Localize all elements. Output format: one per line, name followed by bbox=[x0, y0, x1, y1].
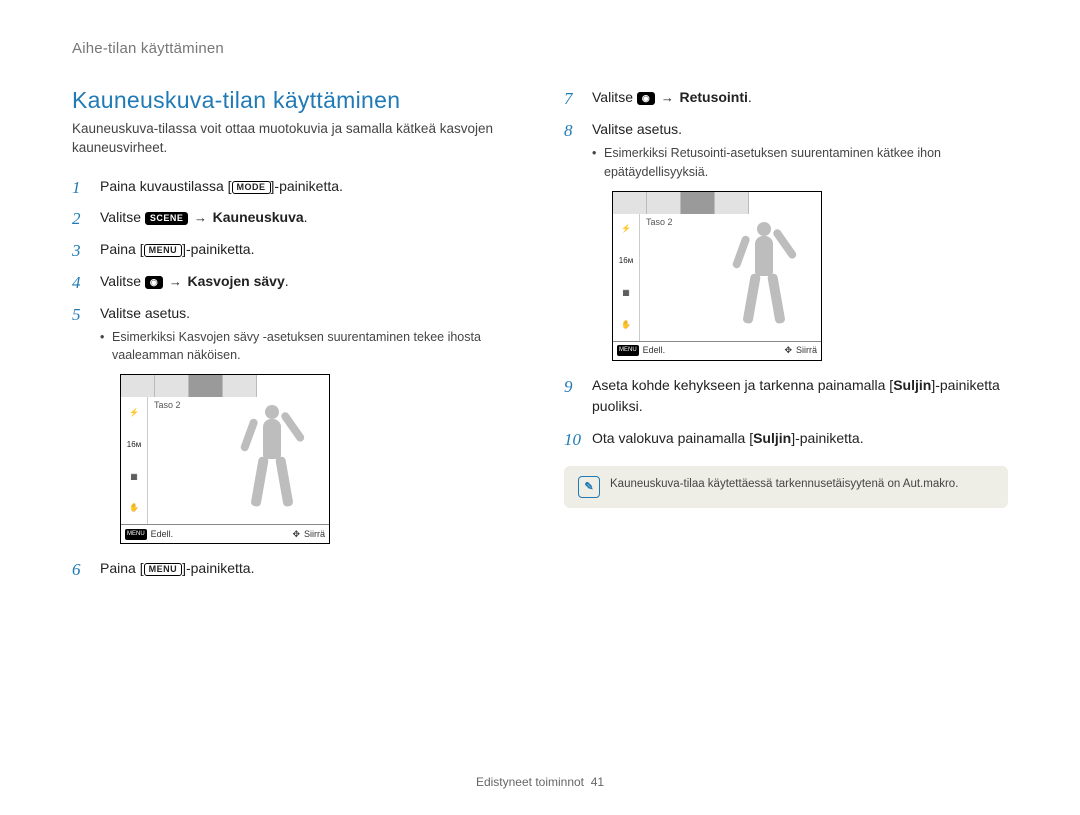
camera-icon: ◉ bbox=[145, 276, 163, 289]
intro-text: Kauneuskuva-tilassa voit ottaa muotokuvi… bbox=[72, 120, 516, 158]
mock-back-label: Edell. bbox=[151, 528, 174, 542]
footer-page-number: 41 bbox=[591, 775, 604, 789]
step-9: Aseta kohde kehykseen ja tarkenna painam… bbox=[564, 375, 1008, 418]
footer-section: Edistyneet toiminnot bbox=[476, 775, 584, 789]
step-text: Paina [ bbox=[100, 241, 144, 257]
mock-back-label: Edell. bbox=[643, 344, 666, 358]
step-text: . bbox=[748, 89, 752, 105]
right-column: Valitse ◉ → Retusointi. Valitse asetus. … bbox=[564, 87, 1008, 590]
camera-icon: ◉ bbox=[637, 92, 655, 105]
step-10: Ota valokuva painamalla [Suljin]-painike… bbox=[564, 428, 1008, 450]
camera-screen-mock-2: ⚡16м▦✋ Taso 2 MENU Edell. ✥ bbox=[612, 191, 822, 361]
note-text: Kauneuskuva-tilaa käytettäessä tarkennus… bbox=[610, 476, 958, 492]
step-text: ]-painiketta. bbox=[182, 241, 254, 257]
step-text: Valitse bbox=[100, 209, 145, 225]
step-5: Valitse asetus. Esimerkiksi Kasvojen säv… bbox=[72, 303, 516, 545]
note-icon: ✎ bbox=[578, 476, 600, 498]
arrow-icon: → bbox=[163, 274, 187, 289]
scene-icon: SCENE bbox=[145, 212, 189, 225]
menu-icon: MENU bbox=[144, 244, 183, 257]
mode-icon: MODE bbox=[232, 181, 271, 194]
step-7: Valitse ◉ → Retusointi. bbox=[564, 87, 1008, 109]
step-5-sub: Esimerkiksi Kasvojen sävy -asetuksen suu… bbox=[100, 328, 516, 364]
step-text: ]-painiketta. bbox=[791, 430, 863, 446]
menu-icon: MENU bbox=[617, 345, 639, 356]
step-text: Valitse bbox=[100, 273, 145, 289]
mock-level-label: Taso 2 bbox=[646, 216, 673, 230]
step-text: Valitse asetus. bbox=[592, 121, 682, 137]
page-footer: Edistyneet toiminnot 41 bbox=[0, 775, 1080, 789]
step-6: Paina [MENU]-painiketta. bbox=[72, 558, 516, 580]
step-text: . bbox=[304, 209, 308, 225]
steps-list-left: Paina kuvaustilassa [MODE]-painiketta. V… bbox=[72, 176, 516, 580]
left-column: Kauneuskuva-tilan käyttäminen Kauneuskuv… bbox=[72, 87, 516, 590]
steps-list-right: Valitse ◉ → Retusointi. Valitse asetus. … bbox=[564, 87, 1008, 450]
step-8-sub: Esimerkiksi Retusointi-asetuksen suurent… bbox=[592, 144, 1008, 180]
step-bold: Suljin bbox=[893, 377, 931, 393]
step-text: . bbox=[285, 273, 289, 289]
mock-move-label: Siirrä bbox=[304, 528, 325, 542]
step-text: Valitse asetus. bbox=[100, 305, 190, 321]
step-bold: Retusointi bbox=[679, 89, 747, 105]
mock-level-label: Taso 2 bbox=[154, 399, 181, 413]
arrow-icon: → bbox=[655, 90, 679, 105]
step-bold: Suljin bbox=[753, 430, 791, 446]
mock-move-label: Siirrä bbox=[796, 344, 817, 358]
step-text: Ota valokuva painamalla [ bbox=[592, 430, 753, 446]
step-bold: Kauneuskuva bbox=[213, 209, 304, 225]
step-3: Paina [MENU]-painiketta. bbox=[72, 239, 516, 261]
step-bold: Kasvojen sävy bbox=[187, 273, 284, 289]
step-4: Valitse ◉ → Kasvojen sävy. bbox=[72, 271, 516, 293]
menu-icon: MENU bbox=[125, 529, 147, 540]
step-8: Valitse asetus. Esimerkiksi Retusointi-a… bbox=[564, 119, 1008, 361]
step-text: Paina kuvaustilassa [ bbox=[100, 178, 232, 194]
step-text: ]-painiketta. bbox=[271, 178, 343, 194]
step-text: ]-painiketta. bbox=[182, 560, 254, 576]
step-2: Valitse SCENE → Kauneuskuva. bbox=[72, 207, 516, 229]
section-title: Kauneuskuva-tilan käyttäminen bbox=[72, 87, 516, 114]
breadcrumb: Aihe-tilan käyttäminen bbox=[72, 40, 1008, 57]
step-text: Valitse bbox=[592, 89, 637, 105]
camera-screen-mock-1: ⚡16м▦✋ Taso 2 MENU Edell. ✥ bbox=[120, 374, 330, 544]
step-text: Paina [ bbox=[100, 560, 144, 576]
arrow-icon: → bbox=[188, 210, 212, 225]
step-1: Paina kuvaustilassa [MODE]-painiketta. bbox=[72, 176, 516, 198]
step-text: Aseta kohde kehykseen ja tarkenna painam… bbox=[592, 377, 893, 393]
note-box: ✎ Kauneuskuva-tilaa käytettäessä tarkenn… bbox=[564, 466, 1008, 508]
menu-icon: MENU bbox=[144, 563, 183, 576]
